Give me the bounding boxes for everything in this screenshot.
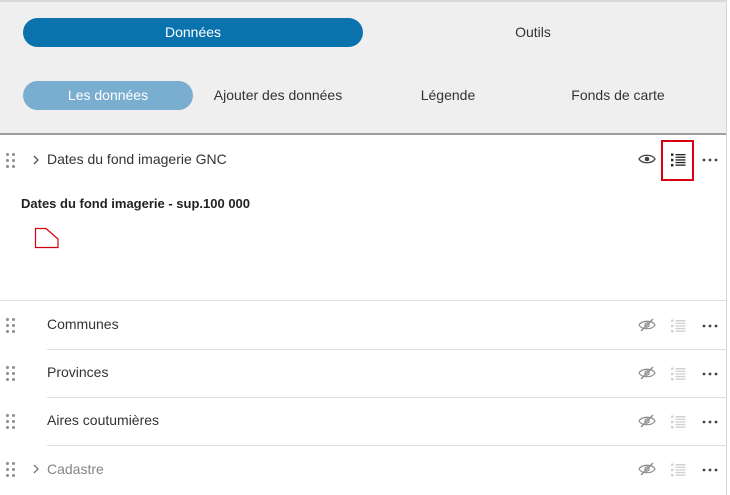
eye-slash-icon[interactable] [638, 366, 656, 380]
layer-row: Communes [0, 301, 726, 349]
sub-tabs: Les données Ajouter des données Légende … [0, 81, 726, 110]
legend-list-icon[interactable] [670, 366, 686, 382]
chevron-right-icon[interactable] [31, 463, 41, 475]
more-dots-icon[interactable] [702, 324, 718, 328]
layer-row: Aires coutumières [0, 397, 726, 445]
legend-list-icon[interactable] [670, 318, 686, 334]
drag-handle-icon[interactable] [6, 366, 16, 382]
legend-list-icon[interactable] [670, 414, 686, 430]
layer-title: Communes [47, 316, 119, 332]
drag-handle-icon[interactable] [6, 462, 16, 478]
tab-outils[interactable]: Outils [363, 18, 703, 47]
top-shadow [0, 0, 726, 2]
more-dots-icon[interactable] [702, 158, 718, 162]
eye-slash-icon[interactable] [638, 462, 656, 476]
subtab-les-donnees[interactable]: Les données [23, 81, 193, 110]
drag-handle-icon[interactable] [6, 414, 16, 430]
subtab-legende[interactable]: Légende [363, 81, 533, 110]
legend-list-icon[interactable] [670, 462, 686, 478]
more-dots-icon[interactable] [702, 372, 718, 376]
legend-icon-highlight [661, 140, 694, 181]
more-dots-icon[interactable] [702, 468, 718, 472]
layer-title: Dates du fond imagerie GNC [47, 151, 227, 167]
eye-icon[interactable] [638, 153, 656, 165]
panel-right-border [726, 0, 727, 495]
tab-donnees[interactable]: Données [23, 18, 363, 47]
subtab-fonds-de-carte[interactable]: Fonds de carte [533, 81, 703, 110]
eye-slash-icon[interactable] [638, 318, 656, 332]
subtab-ajouter-donnees[interactable]: Ajouter des données [193, 81, 363, 110]
layer-row: Cadastre [0, 445, 726, 493]
main-tabs: Données Outils [0, 18, 726, 47]
drag-handle-icon[interactable] [6, 153, 16, 169]
layer-title: Provinces [47, 364, 109, 380]
layer-title: Aires coutumières [47, 412, 160, 428]
drag-handle-icon[interactable] [6, 318, 16, 334]
header-divider [0, 133, 726, 135]
layer-row: Provinces [0, 349, 726, 397]
legend-title: Dates du fond imagerie - sup.100 000 [21, 196, 251, 211]
eye-slash-icon[interactable] [638, 414, 656, 428]
chevron-right-icon[interactable] [31, 154, 41, 166]
layer-title: Cadastre [47, 461, 104, 477]
polygon-outline-icon [34, 227, 59, 249]
layer-row: Dates du fond imagerie GNC [0, 136, 726, 184]
more-dots-icon[interactable] [702, 420, 718, 424]
